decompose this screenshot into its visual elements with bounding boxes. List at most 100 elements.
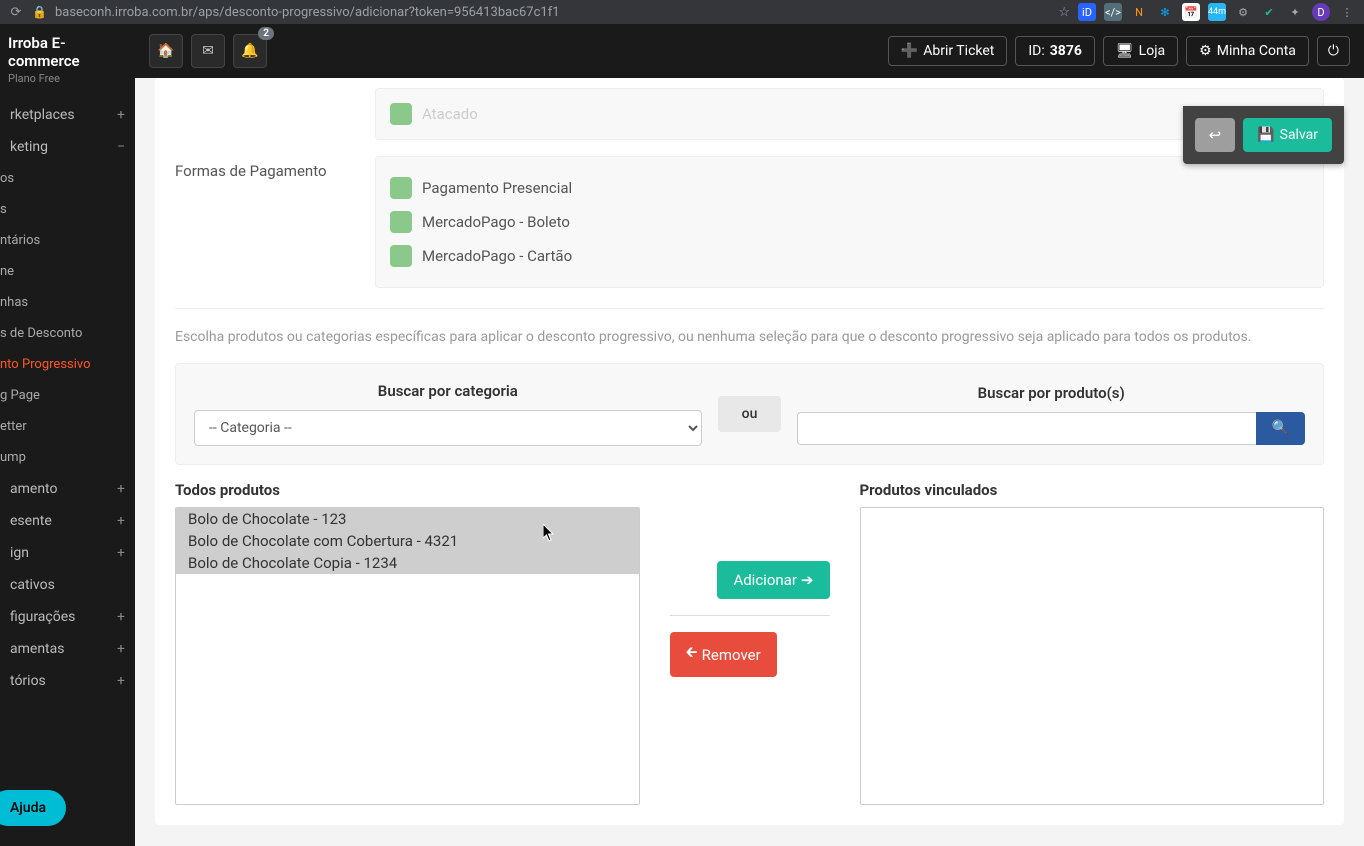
power-icon: ⏻ [1328,43,1339,59]
buscar-categoria-label: Buscar por categoria [194,382,702,400]
list-item[interactable]: Bolo de Chocolate com Cobertura - 4321 [176,530,639,552]
help-text: Escolha produtos ou categorias específic… [175,329,1324,345]
produto-search-input[interactable] [797,412,1255,445]
adicionar-label: Adicionar [733,571,796,589]
adicionar-button[interactable]: Adicionar ➔ [717,561,829,599]
arrow-right-icon: ➔ [801,571,814,589]
back-arrow-icon: ↩ [1209,126,1222,144]
arrow-left-icon: 🡰 [686,642,698,667]
sidebar-item[interactable]: rketplaces [0,99,135,131]
back-button[interactable]: ↩ [1195,118,1236,152]
produto-search-button[interactable]: 🔍 [1256,412,1305,445]
remover-button[interactable]: 🡰Remover [670,632,777,677]
help-button[interactable]: Ajuda [0,790,66,826]
sidebar-item[interactable]: etter [0,411,135,442]
list-item[interactable]: Bolo de Chocolate - 123 [176,508,639,530]
save-icon: 💾 [1257,127,1274,143]
power-button[interactable]: ⏻ [1317,36,1350,66]
id-display: ID: 3876 [1015,36,1095,66]
categoria-select[interactable]: -- Categoria -- [194,410,702,446]
sidebar-item[interactable]: figurações [0,601,135,633]
loja-label: Loja [1139,43,1166,59]
sidebar-item[interactable]: ne [0,256,135,287]
ext-icon-settings[interactable]: ⚙ [1234,3,1252,21]
sidebar-item[interactable]: ump [0,442,135,473]
toggle-box[interactable] [390,177,412,199]
or-separator: ou [718,396,782,432]
brand-plan: Plano Free [8,72,127,85]
sidebar-item[interactable]: s de Desconto [0,318,135,349]
ext-icon-puzzle[interactable]: ✦ [1286,3,1304,21]
pagamento-label: MercadoPago - Cartão [422,247,572,265]
url-text[interactable]: baseconh.irroba.com.br/aps/desconto-prog… [55,5,1050,20]
pagamento-toggle[interactable]: MercadoPago - Boleto [390,205,1309,239]
toggle-box[interactable] [390,103,412,125]
todos-produtos-list[interactable]: Bolo de Chocolate - 123Bolo de Chocolate… [175,507,640,805]
produtos-vinculados-heading: Produtos vinculados [860,481,1325,499]
gear-icon: ⚙ [1199,43,1212,59]
buscar-produto-label: Buscar por produto(s) [797,384,1305,402]
sidebar-item[interactable]: nhas [0,287,135,318]
sidebar-item[interactable]: amento [0,473,135,505]
search-icon: 🔍 [1272,420,1289,436]
sidebar-item[interactable]: nto Progressivo [0,349,135,380]
grupo-atacado-toggle[interactable]: Atacado [390,97,1309,131]
pagamento-label: Formas de Pagamento [175,156,375,288]
browser-menu-icon[interactable]: ⋮ [1338,3,1356,21]
sidebar-item[interactable]: ign [0,537,135,569]
bookmark-star-icon[interactable]: ☆ [1058,5,1070,20]
todos-produtos-heading: Todos produtos [175,481,640,499]
ext-icon-3[interactable]: N [1130,3,1148,21]
bell-icon[interactable]: 🔔2 [233,34,267,68]
ext-icon-cal[interactable]: 📅 [1182,3,1200,21]
sidebar-item[interactable]: os [0,163,135,194]
home-icon[interactable]: 🏠 [149,34,183,68]
pagamento-label: Pagamento Presencial [422,179,572,197]
reload-icon[interactable]: ⟳ [8,4,24,20]
remover-label: Remover [702,646,761,664]
topbar: 🏠 ✉ 🔔2 ➕Abrir Ticket ID: 3876 🖥 Loja ⚙ Min… [135,24,1364,78]
desktop-icon: 🖥 [1116,43,1134,59]
sidebar: Irroba E-commerce Plano Free rketplacesk… [0,24,135,846]
ext-icon-check[interactable]: ✔ [1260,3,1278,21]
abrir-ticket-button[interactable]: ➕Abrir Ticket [888,36,1008,66]
pagamentos-area: Pagamento Presencial MercadoPago - Boleto… [375,156,1324,288]
form-panel: Atacado Formas de Pagamento Pagamento Pr… [155,78,1344,825]
extension-icons: iD </> N ✻ 📅 44m ⚙ ✔ ✦ D ⋮ [1078,3,1356,21]
pagamento-label: MercadoPago - Boleto [422,213,570,231]
toggle-box[interactable] [390,245,412,267]
minha-conta-label: Minha Conta [1217,43,1296,59]
sidebar-item[interactable]: ntários [0,225,135,256]
sidebar-item[interactable]: cativos [0,569,135,601]
toggle-box[interactable] [390,211,412,233]
sidebar-item[interactable]: s [0,194,135,225]
save-label: Salvar [1280,127,1318,143]
browser-address-bar: ⟳ 🔒 baseconh.irroba.com.br/aps/desconto-… [0,0,1364,24]
abrir-ticket-label: Abrir Ticket [923,43,994,59]
sidebar-item[interactable]: tórios [0,665,135,697]
pagamento-toggle[interactable]: MercadoPago - Cartão [390,239,1309,273]
lock-icon: 🔒 [32,5,47,19]
grupo-atacado-label: Atacado [422,105,478,123]
ext-icon-gear[interactable]: ✻ [1156,3,1174,21]
sidebar-item[interactable]: g Page [0,380,135,411]
sidebar-item[interactable]: amentas [0,633,135,665]
profile-avatar[interactable]: D [1312,3,1330,21]
loja-button[interactable]: 🖥 Loja [1103,36,1178,66]
sidebar-item[interactable]: esente [0,505,135,537]
sidebar-menu: rketplacesketingossntáriosnenhass de Des… [0,99,135,697]
pagamento-toggle[interactable]: Pagamento Presencial [390,171,1309,205]
notif-badge: 2 [258,27,274,40]
floating-action-bar: ↩ 💾 Salvar [1183,106,1344,164]
sidebar-item[interactable]: keting [0,131,135,163]
id-label: ID: [1028,43,1044,59]
list-item[interactable]: Bolo de Chocolate Copia - 1234 [176,552,639,574]
ext-icon-2[interactable]: </> [1104,3,1122,21]
minha-conta-button[interactable]: ⚙ Minha Conta [1186,36,1309,66]
ext-badge-44m[interactable]: 44m [1208,3,1226,21]
mail-icon[interactable]: ✉ [191,34,225,68]
ext-icon-1[interactable]: iD [1078,3,1096,21]
brand-name: Irroba E-commerce [8,34,127,70]
save-button[interactable]: 💾 Salvar [1243,118,1332,152]
produtos-vinculados-list[interactable] [860,507,1325,805]
